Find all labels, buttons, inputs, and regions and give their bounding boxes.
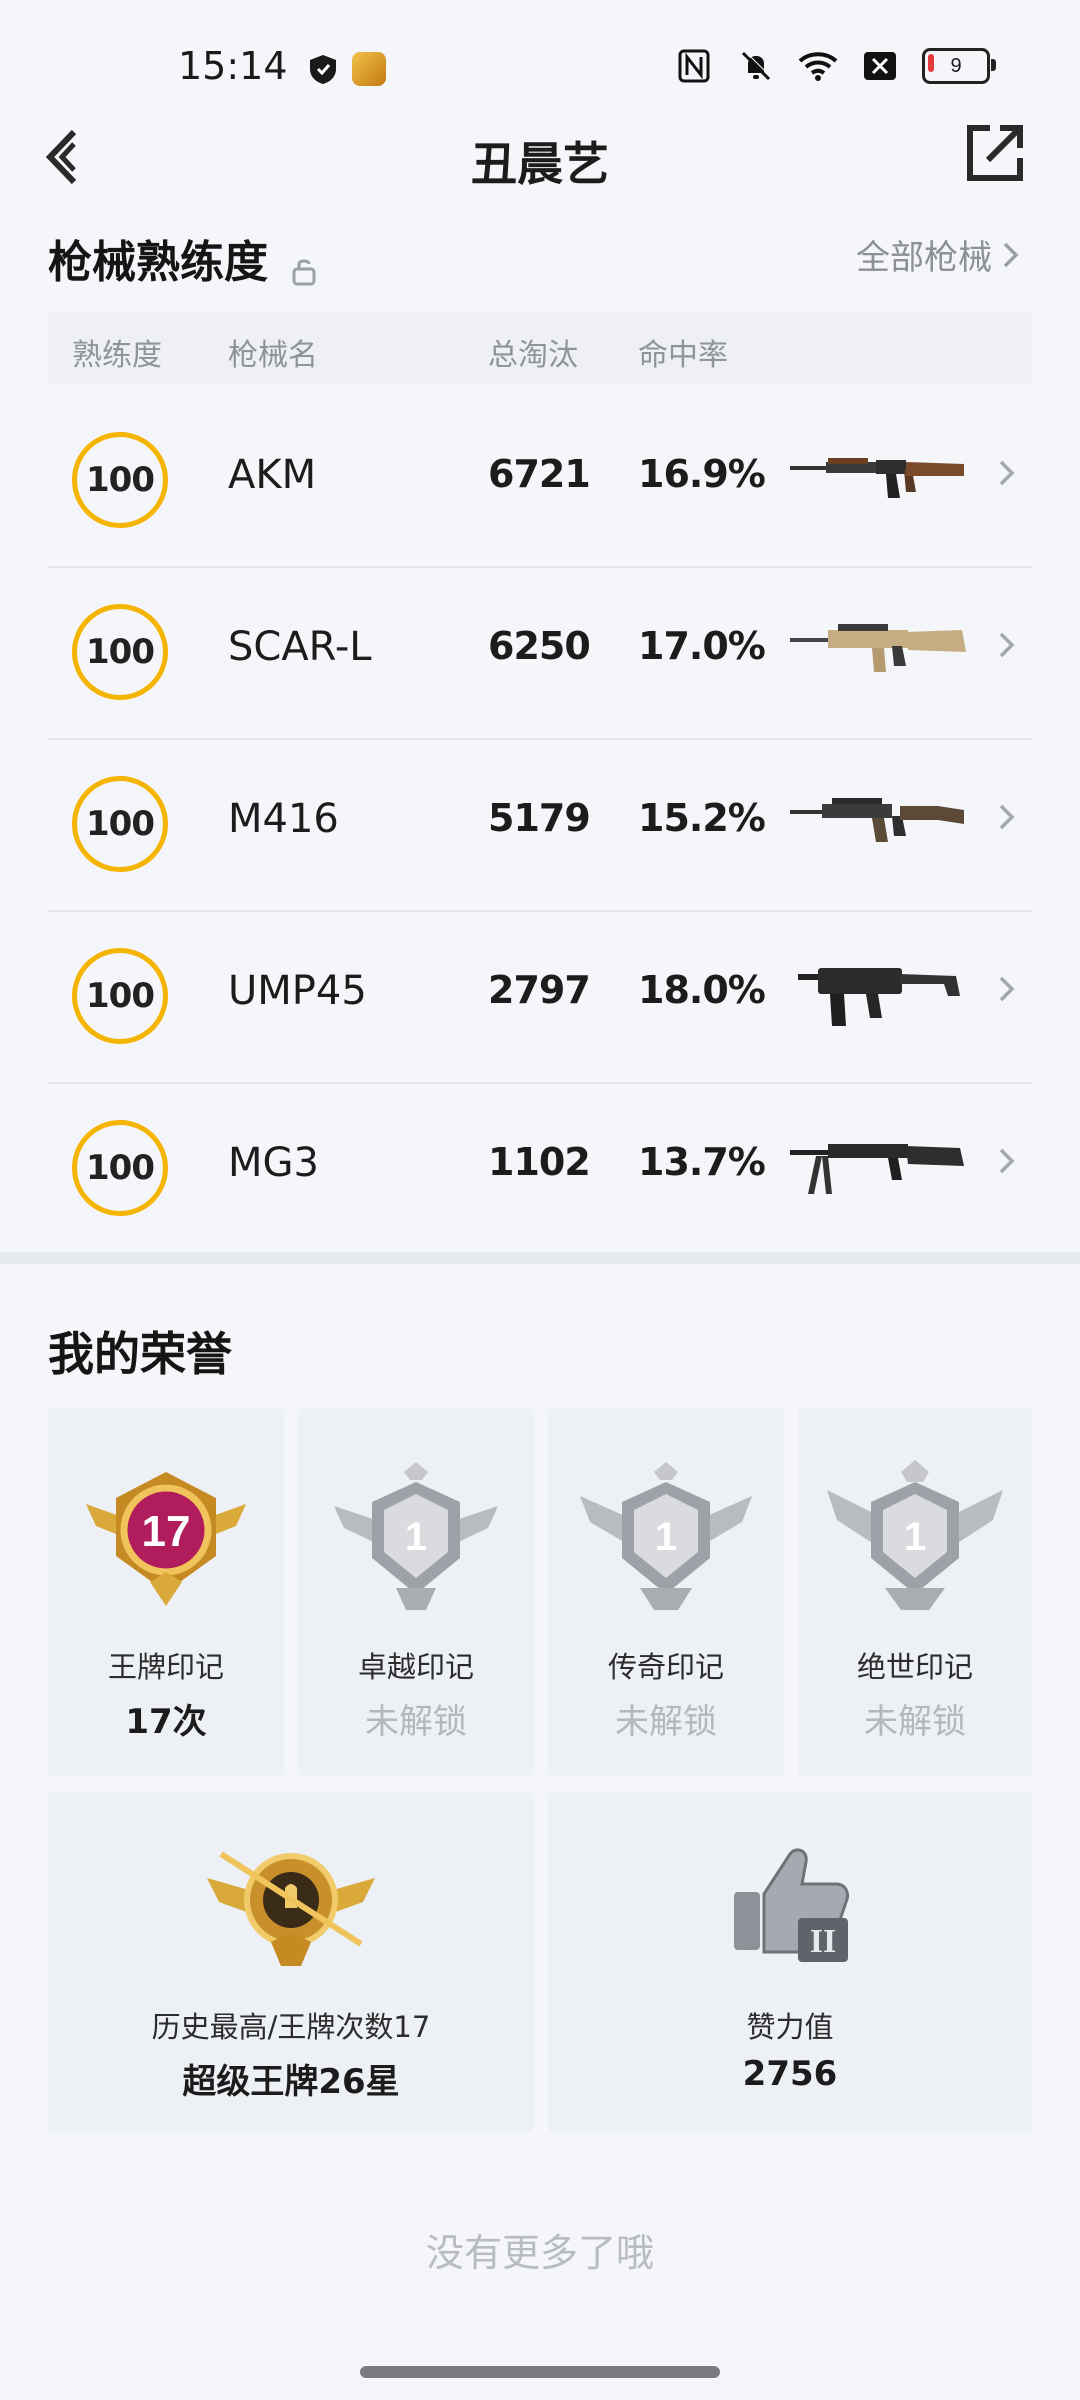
ump-smg-icon <box>798 968 960 1026</box>
gun-name: MG3 <box>228 1140 319 1186</box>
chevron-right-icon <box>1003 242 1019 267</box>
chevron-right-icon <box>999 460 1015 486</box>
mastery-list: 100 AKM 6721 16.9% 100 SCAR-L 6250 17.0% <box>48 396 1032 1254</box>
chevron-right-icon <box>999 1148 1015 1174</box>
thumbs-up-icon: II <box>734 1848 850 1962</box>
mute-bell-icon <box>736 46 776 86</box>
scar-rifle-icon <box>790 624 966 672</box>
nfc-icon <box>674 46 714 86</box>
svg-text:1: 1 <box>904 1515 926 1559</box>
game-app-icon <box>352 52 386 86</box>
likes-value: 2756 <box>742 2054 838 2094</box>
chevron-right-icon <box>999 976 1015 1002</box>
excellent-emblem-icon: 1 <box>334 1462 498 1610</box>
ace-badge-card[interactable]: 17 王牌印记 17次 <box>48 1408 284 1776</box>
share-button[interactable] <box>964 122 1026 184</box>
end-of-list-text: 没有更多了哦 <box>425 2231 654 2275</box>
gun-kills: 2797 <box>488 968 591 1012</box>
page-header: 丑晨艺 <box>0 118 1080 196</box>
gun-accuracy: 15.2% <box>638 796 766 840</box>
likes-label: 赞力值 <box>746 2010 834 2044</box>
badge-value: 未解锁 <box>864 1702 966 1742</box>
excellent-badge-card[interactable]: 1 卓越印记 未解锁 <box>298 1408 534 1776</box>
table-row[interactable]: 100 MG3 1102 13.7% <box>48 1084 1032 1254</box>
peerless-emblem-icon: 1 <box>827 1460 1003 1610</box>
table-row[interactable]: 100 SCAR-L 6250 17.0% <box>48 568 1032 740</box>
highest-rank-emblem-icon <box>207 1851 375 1966</box>
legend-emblem-icon: 1 <box>580 1462 752 1610</box>
battery-indicator: 9 <box>922 48 996 84</box>
gun-kills: 6250 <box>488 624 591 668</box>
m416-rifle-icon <box>790 798 964 842</box>
likes-card[interactable]: II 赞力值 2756 <box>548 1792 1032 2132</box>
highest-rank-card[interactable]: 历史最高/王牌次数17 超级王牌26星 <box>48 1792 534 2132</box>
mastery-level-badge: 100 <box>72 948 168 1044</box>
table-row[interactable]: 100 AKM 6721 16.9% <box>48 396 1032 568</box>
mg3-lmg-icon <box>790 1144 964 1194</box>
peerless-badge-card[interactable]: 1 绝世印记 未解锁 <box>798 1408 1032 1776</box>
svg-text:1: 1 <box>405 1515 427 1559</box>
svg-text:17: 17 <box>142 1507 191 1556</box>
mastery-table-header: 熟练度 枪械名 总淘汰 命中率 <box>48 312 1032 384</box>
svg-text:II: II <box>810 1923 836 1960</box>
chevron-right-icon <box>999 632 1015 658</box>
legend-badge-card[interactable]: 1 传奇印记 未解锁 <box>548 1408 784 1776</box>
col-level: 熟练度 <box>72 338 162 373</box>
col-name: 枪械名 <box>228 338 318 373</box>
gun-kills: 5179 <box>488 796 591 840</box>
badge-label: 传奇印记 <box>607 1650 724 1684</box>
badge-value: 未解锁 <box>365 1702 467 1742</box>
highest-rank-label: 历史最高/王牌次数17 <box>151 2010 431 2044</box>
col-accuracy: 命中率 <box>638 338 728 373</box>
gun-accuracy: 17.0% <box>638 624 766 668</box>
mastery-level-badge: 100 <box>72 1120 168 1216</box>
chevron-right-icon <box>999 804 1015 830</box>
status-bar: 15:14 9 <box>0 0 1080 130</box>
no-sim-icon <box>860 46 900 86</box>
gun-name: AKM <box>228 452 317 498</box>
home-indicator[interactable] <box>360 2366 720 2378</box>
status-time: 15:14 <box>178 44 288 88</box>
share-icon <box>967 125 1023 181</box>
mastery-level-badge: 100 <box>72 604 168 700</box>
lock-icon <box>291 256 317 290</box>
gun-kills: 1102 <box>488 1140 591 1184</box>
mastery-section-header: 枪械熟练度 全部枪械 <box>48 226 1032 290</box>
badge-label: 绝世印记 <box>856 1650 973 1684</box>
col-kills: 总淘汰 <box>488 338 578 373</box>
table-row[interactable]: 100 M416 5179 15.2% <box>48 740 1032 912</box>
gun-accuracy: 18.0% <box>638 968 766 1012</box>
badge-value: 17次 <box>125 1702 207 1742</box>
all-guns-link[interactable]: 全部枪械 <box>856 230 1020 279</box>
section-divider <box>0 1252 1080 1264</box>
table-row[interactable]: 100 UMP45 2797 18.0% <box>48 912 1032 1084</box>
highest-rank-value: 超级王牌26星 <box>182 2062 400 2102</box>
badge-label: 王牌印记 <box>107 1650 224 1684</box>
svg-text:1: 1 <box>655 1515 677 1559</box>
battery-level: 9 <box>950 54 962 77</box>
shield-app-icon <box>306 52 340 86</box>
honor-title: 我的荣誉 <box>48 1327 232 1381</box>
gun-name: M416 <box>228 796 339 842</box>
badge-label: 卓越印记 <box>357 1650 474 1684</box>
badge-value: 未解锁 <box>615 1702 717 1742</box>
mastery-level-badge: 100 <box>72 432 168 528</box>
gun-kills: 6721 <box>488 452 591 496</box>
mastery-level-badge: 100 <box>72 776 168 872</box>
gun-accuracy: 16.9% <box>638 452 766 496</box>
gun-name: SCAR-L <box>228 624 372 670</box>
akm-rifle-icon <box>790 458 964 498</box>
all-guns-label: 全部枪械 <box>856 238 992 278</box>
wifi-icon <box>798 46 838 86</box>
ace-emblem-icon: 17 <box>86 1472 246 1606</box>
gun-accuracy: 13.7% <box>638 1140 766 1184</box>
page-title: 丑晨艺 <box>471 137 609 191</box>
gun-name: UMP45 <box>228 968 367 1014</box>
mastery-title: 枪械熟练度 <box>48 237 268 288</box>
